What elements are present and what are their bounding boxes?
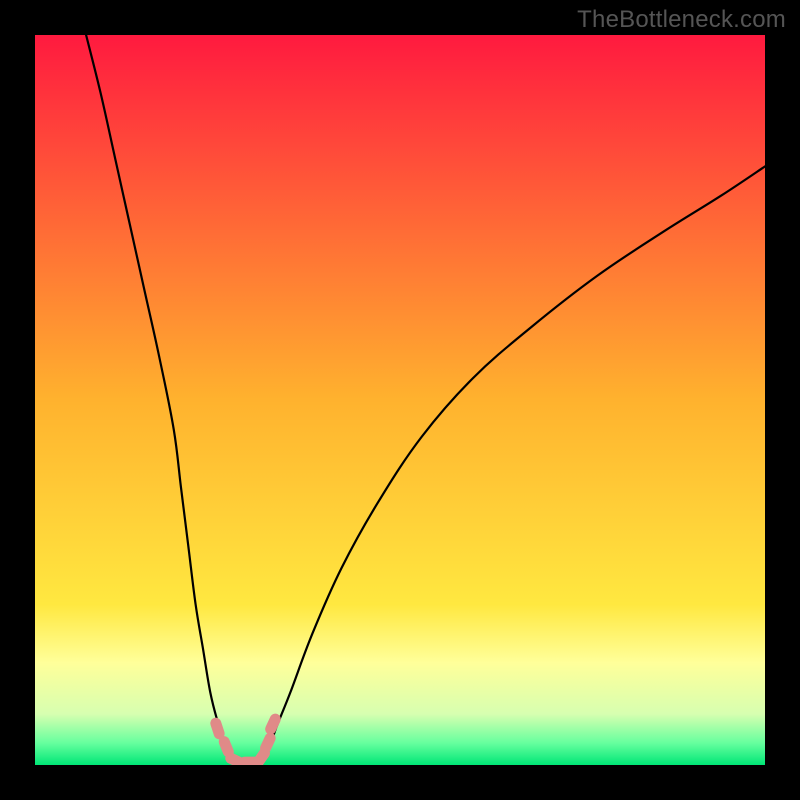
chart-container: TheBottleneck.com [0, 0, 800, 800]
gradient-background [35, 35, 765, 765]
watermark-text: TheBottleneck.com [577, 6, 786, 34]
plot-area [35, 35, 765, 765]
chart-svg [35, 35, 765, 765]
